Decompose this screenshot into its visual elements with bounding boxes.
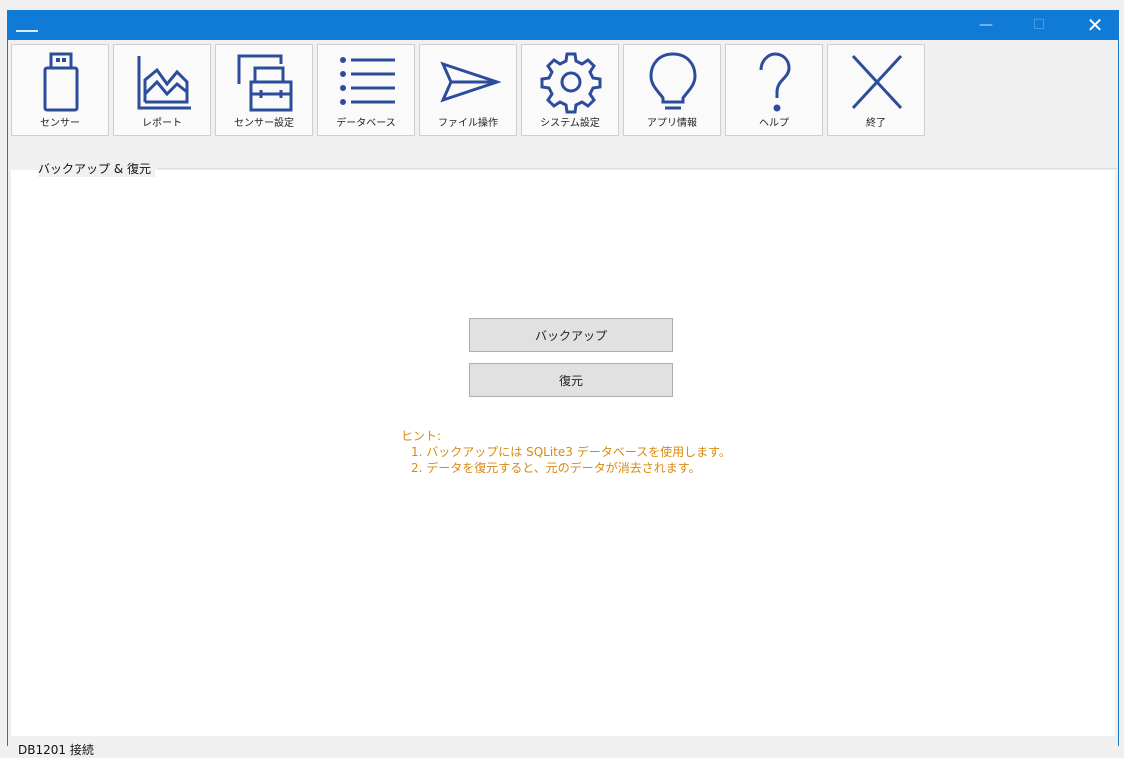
restore-button[interactable]: 復元 xyxy=(469,363,673,397)
toolbar-label: アプリ情報 xyxy=(647,118,697,129)
gear-icon xyxy=(540,52,602,114)
toolbar-report-button[interactable]: レポート xyxy=(113,44,211,136)
toolbar-label: ファイル操作 xyxy=(438,118,498,129)
close-x-icon xyxy=(851,54,903,110)
panel-title: バックアップ & 復元 xyxy=(38,160,155,177)
list-icon xyxy=(340,57,395,105)
question-icon xyxy=(759,52,791,112)
hint-line-1: 1. バックアップには SQLite3 データベースを使用します。 xyxy=(411,445,731,459)
lightbulb-icon xyxy=(649,52,697,110)
status-bar: DB1201 接続 xyxy=(8,736,1118,757)
backup-button[interactable]: バックアップ xyxy=(469,318,673,352)
toolbar-system-settings-button[interactable]: システム設定 xyxy=(521,44,619,136)
minimize-button[interactable]: — xyxy=(963,10,1009,40)
toolbar-sensor-button[interactable]: センサー xyxy=(11,44,109,136)
toolbar-label: システム設定 xyxy=(540,118,600,129)
title-accent xyxy=(16,30,38,32)
toolbar-database-button[interactable]: データベース xyxy=(317,44,415,136)
connection-status: DB1201 接続 xyxy=(18,743,94,757)
toolbar-exit-button[interactable]: 終了 xyxy=(827,44,925,136)
send-icon xyxy=(440,61,501,103)
toolbar-label: レポート xyxy=(142,118,182,129)
toolbar-app-info-button[interactable]: アプリ情報 xyxy=(623,44,721,136)
panel-divider xyxy=(158,168,1118,169)
toolbar-help-button[interactable]: ヘルプ xyxy=(725,44,823,136)
close-button[interactable]: ✕ xyxy=(1072,10,1118,40)
toolbar-label: 終了 xyxy=(866,118,886,129)
sensor-settings-icon xyxy=(237,54,293,112)
usb-drive-icon xyxy=(43,52,79,112)
toolbar-sensor-settings-button[interactable]: センサー設定 xyxy=(215,44,313,136)
toolbar-label: センサー設定 xyxy=(234,118,294,129)
backup-restore-panel: バックアップ 復元 ヒント: 1. バックアップには SQLite3 データベー… xyxy=(11,170,1115,736)
toolbar-file-operation-button[interactable]: ファイル操作 xyxy=(419,44,517,136)
hint-line-2: 2. データを復元すると、元のデータが消去されます。 xyxy=(411,461,701,475)
toolbar-label: ヘルプ xyxy=(759,118,789,129)
app-window: — ☐ ✕ センサー レポート センサー設定 データベース ファイル操作 システ… xyxy=(7,10,1119,757)
title-bar[interactable]: — ☐ ✕ xyxy=(8,10,1118,40)
maximize-button[interactable]: ☐ xyxy=(1016,10,1062,40)
toolbar-label: データベース xyxy=(336,118,396,129)
area-chart-icon xyxy=(137,56,191,110)
main-toolbar: センサー レポート センサー設定 データベース ファイル操作 システム設定 アプ… xyxy=(8,42,1118,144)
hint-text: ヒント: 1. バックアップには SQLite3 データベースを使用します。 2… xyxy=(401,428,731,476)
toolbar-label: センサー xyxy=(40,118,80,129)
hint-heading: ヒント: xyxy=(401,429,442,443)
